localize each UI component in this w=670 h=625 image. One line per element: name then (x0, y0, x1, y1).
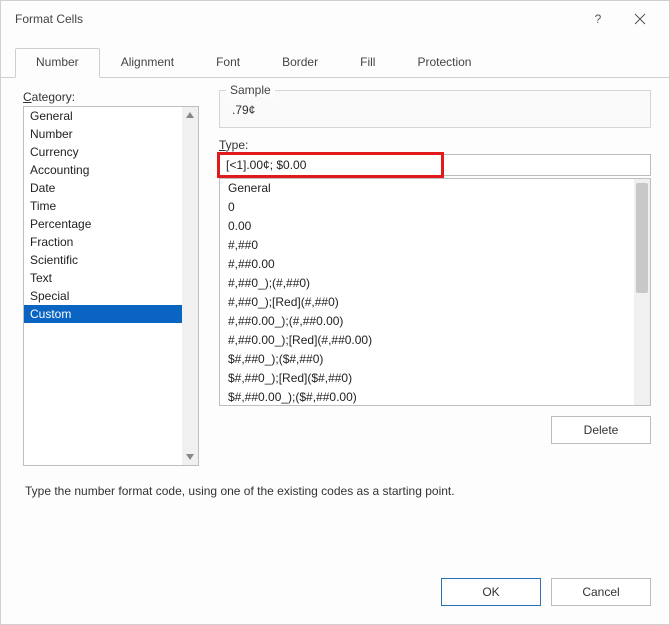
list-item[interactable]: #,##0.00 (220, 255, 634, 274)
sample-label: Sample (226, 83, 275, 97)
scrollbar-track[interactable] (182, 107, 198, 465)
list-item[interactable]: Special (24, 287, 182, 305)
list-item[interactable]: Accounting (24, 161, 182, 179)
tab-font[interactable]: Font (195, 48, 261, 78)
scrollbar-track[interactable] (634, 179, 650, 405)
delete-button[interactable]: Delete (551, 416, 651, 444)
list-item[interactable]: Date (24, 179, 182, 197)
scroll-down-icon[interactable] (182, 449, 198, 465)
list-item[interactable]: Custom (24, 305, 182, 323)
tab-alignment[interactable]: Alignment (100, 48, 195, 78)
category-label: Category: (23, 90, 199, 104)
category-column: Category: General Number Currency Accoun… (23, 90, 199, 466)
list-item[interactable]: Fraction (24, 233, 182, 251)
list-item[interactable]: $#,##0_);[Red]($#,##0) (220, 369, 634, 388)
format-cells-dialog: Format Cells ? Number Alignment Font Bor… (0, 0, 670, 625)
help-icon: ? (595, 12, 602, 26)
type-input-wrap (219, 154, 651, 176)
format-items: General 0 0.00 #,##0 #,##0.00 #,##0_);(#… (220, 179, 634, 405)
scroll-up-icon[interactable] (182, 107, 198, 123)
list-item[interactable]: Scientific (24, 251, 182, 269)
list-item[interactable]: 0 (220, 198, 634, 217)
type-input[interactable] (219, 154, 651, 176)
list-item[interactable]: General (24, 107, 182, 125)
dialog-footer: OK Cancel (1, 564, 669, 624)
delete-row: Delete (219, 416, 651, 444)
type-label: Type: (219, 138, 651, 152)
right-column: Sample .79¢ Type: General 0 0.00 #,##0 #… (219, 90, 651, 466)
format-code-listbox[interactable]: General 0 0.00 #,##0 #,##0.00 #,##0_);(#… (219, 178, 651, 406)
dialog-body: Category: General Number Currency Accoun… (1, 78, 669, 564)
tab-number[interactable]: Number (15, 48, 100, 78)
list-item[interactable]: Number (24, 125, 182, 143)
titlebar: Format Cells ? (1, 1, 669, 37)
list-item[interactable]: $#,##0.00_);($#,##0.00) (220, 388, 634, 405)
list-item[interactable]: #,##0.00_);(#,##0.00) (220, 312, 634, 331)
cancel-button[interactable]: Cancel (551, 578, 651, 606)
scrollbar-thumb[interactable] (636, 183, 648, 293)
list-item[interactable]: #,##0 (220, 236, 634, 255)
tab-protection[interactable]: Protection (396, 48, 492, 78)
content-row: Category: General Number Currency Accoun… (23, 90, 651, 466)
hint-text: Type the number format code, using one o… (25, 484, 651, 498)
close-button[interactable] (619, 1, 661, 37)
tab-border[interactable]: Border (261, 48, 339, 78)
sample-value: .79¢ (230, 103, 640, 117)
list-item[interactable]: #,##0.00_);[Red](#,##0.00) (220, 331, 634, 350)
tab-fill[interactable]: Fill (339, 48, 396, 78)
window-title: Format Cells (15, 12, 83, 26)
category-listbox[interactable]: General Number Currency Accounting Date … (23, 106, 199, 466)
list-item[interactable]: #,##0_);(#,##0) (220, 274, 634, 293)
tab-strip: Number Alignment Font Border Fill Protec… (1, 47, 669, 78)
help-button[interactable]: ? (577, 1, 619, 37)
list-item[interactable]: Time (24, 197, 182, 215)
list-item[interactable]: Text (24, 269, 182, 287)
list-item[interactable]: Percentage (24, 215, 182, 233)
ok-button[interactable]: OK (441, 578, 541, 606)
list-item[interactable]: $#,##0_);($#,##0) (220, 350, 634, 369)
list-item[interactable]: #,##0_);[Red](#,##0) (220, 293, 634, 312)
list-item[interactable]: General (220, 179, 634, 198)
category-list-items: General Number Currency Accounting Date … (24, 107, 182, 465)
close-icon (634, 13, 646, 25)
sample-box: Sample .79¢ (219, 90, 651, 128)
list-item[interactable]: Currency (24, 143, 182, 161)
list-item[interactable]: 0.00 (220, 217, 634, 236)
